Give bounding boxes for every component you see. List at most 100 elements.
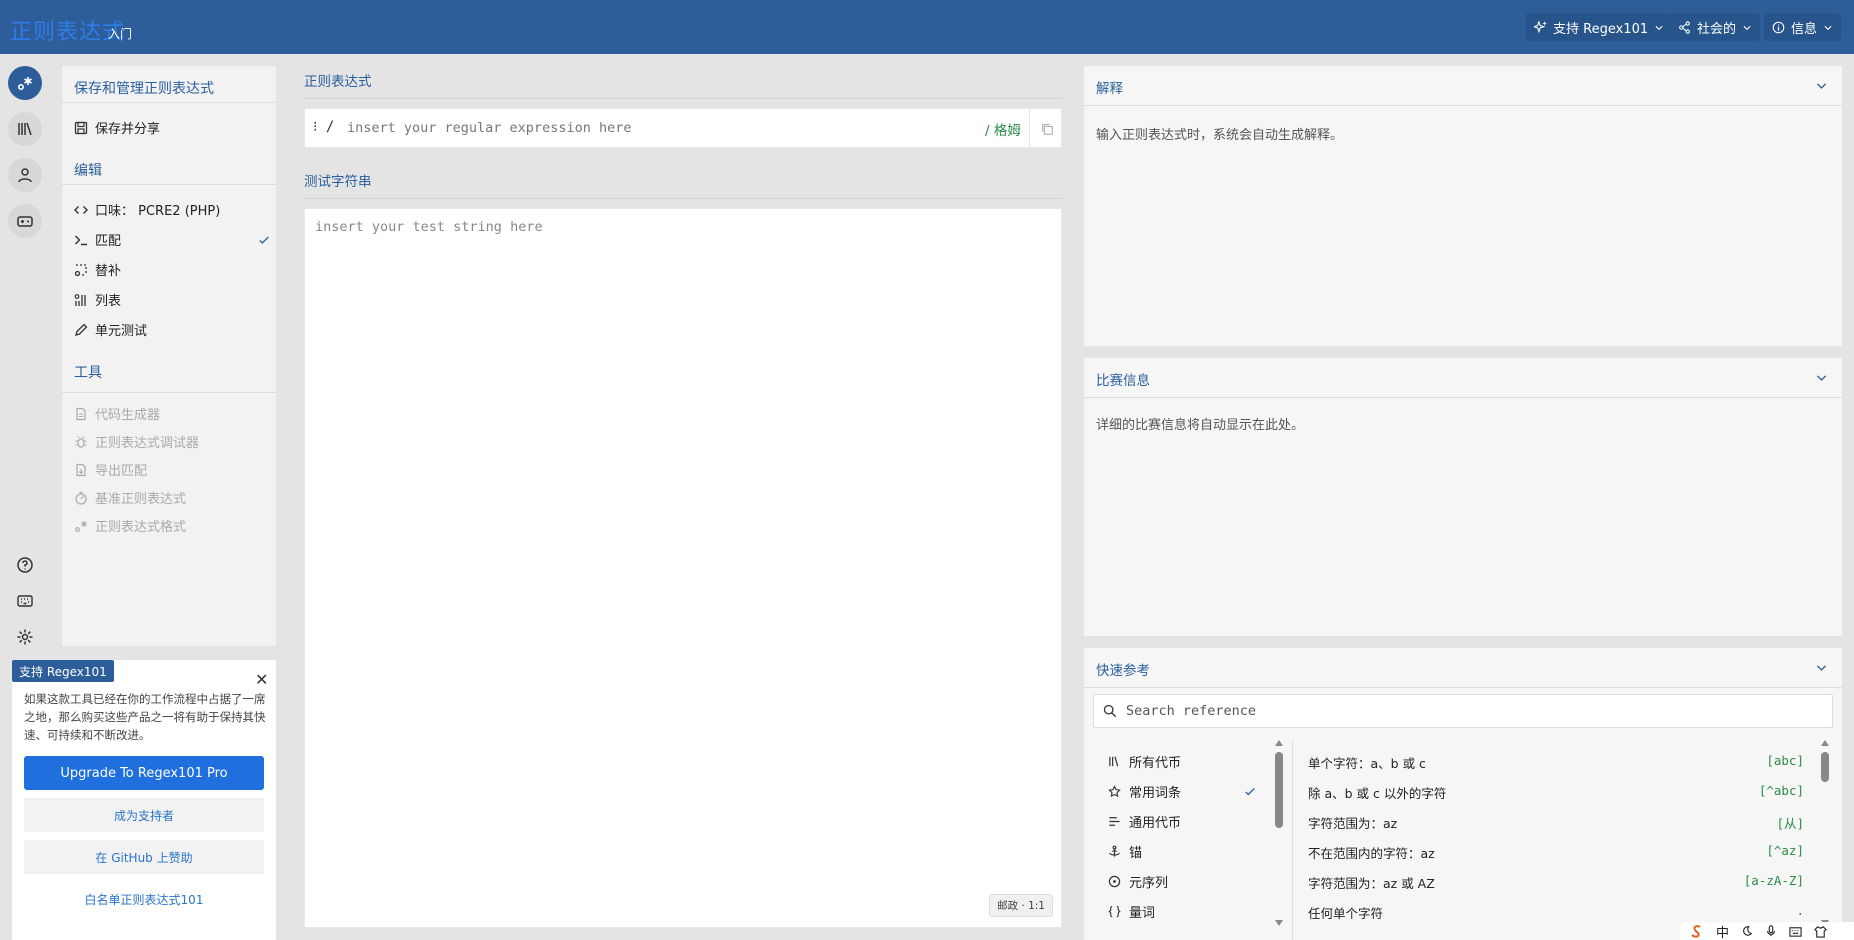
save-manage-heading: 保存和管理正则表达式 xyxy=(74,81,214,97)
social-button[interactable]: 社会的 xyxy=(1670,13,1761,41)
save-icon xyxy=(74,121,88,134)
keyboard-icon[interactable] xyxy=(1789,925,1802,938)
quiz-icon[interactable] xyxy=(8,204,42,238)
moon-icon[interactable] xyxy=(1741,925,1753,937)
sponsor-button[interactable]: 成为支持者 xyxy=(24,798,264,832)
chevron-down-icon xyxy=(1743,25,1751,30)
explanation-panel: 解释 输入正则表达式时，系统会自动生成解释。 xyxy=(1084,66,1842,346)
info-icon xyxy=(1772,21,1785,33)
scroll-up-arrow[interactable] xyxy=(1821,740,1829,746)
category-meta-sequences[interactable]: 元序列 xyxy=(1108,872,1258,891)
scroll-thumb[interactable] xyxy=(1275,752,1283,828)
mode-list[interactable]: 列表 xyxy=(74,290,270,309)
regex-label: 正则表达式 xyxy=(304,74,372,90)
explanation-header[interactable]: 解释 xyxy=(1084,66,1842,106)
tool-regex-format[interactable]: 正则表达式格式 xyxy=(74,516,270,535)
support-regex101-button[interactable]: 支持 Regex101 xyxy=(1526,13,1673,41)
sogou-icon[interactable] xyxy=(1690,924,1704,938)
flavor-label: 口味： PCRE2 (PHP) xyxy=(95,204,221,219)
substitution-icon xyxy=(74,263,87,276)
keyboard-icon[interactable] xyxy=(8,584,42,618)
reference-desc[interactable]: 不在范围内的字符：az xyxy=(1308,843,1435,862)
save-share-button[interactable]: 保存并分享 xyxy=(74,118,270,137)
close-icon[interactable]: ✕ xyxy=(255,670,268,689)
shirt-icon[interactable] xyxy=(1814,925,1827,938)
regex-input[interactable]: ⁝ / insert your regular expression here … xyxy=(304,108,1063,149)
chevron-down-icon xyxy=(1816,83,1827,89)
microphone-icon[interactable] xyxy=(1765,925,1777,937)
scroll-down-arrow[interactable] xyxy=(1275,920,1283,926)
bug-icon xyxy=(75,435,87,448)
tool-code-generator[interactable]: 代码生成器 xyxy=(74,404,270,423)
export-icon xyxy=(76,463,86,476)
tool-export-matches[interactable]: 导出匹配 xyxy=(74,460,270,479)
reference-scrollbar[interactable] xyxy=(1820,740,1830,930)
cursor-position-badge: 邮政 · 1:1 xyxy=(989,894,1053,917)
scroll-thumb[interactable] xyxy=(1821,752,1829,782)
edit-heading: 编辑 xyxy=(74,163,102,179)
match-info-header[interactable]: 比赛信息 xyxy=(1084,358,1842,398)
quick-reference-header[interactable]: 快速参考 xyxy=(1084,648,1842,688)
reference-search-input[interactable]: Search reference xyxy=(1093,694,1833,728)
sidebar: 保存和管理正则表达式 保存并分享 编辑 口味： PCRE2 (PHP) 匹配 替… xyxy=(62,66,276,646)
regex-delimiter[interactable]: ⁝ / xyxy=(313,119,334,135)
reference-desc[interactable]: 任何单个字符 xyxy=(1308,903,1383,922)
tool-benchmark[interactable]: 基准正则表达式 xyxy=(74,488,270,507)
help-icon[interactable] xyxy=(8,548,42,582)
intro-link[interactable]: 入门 xyxy=(108,25,132,42)
settings-icon[interactable] xyxy=(8,620,42,654)
reference-code[interactable]: [a-zA-Z] xyxy=(1744,873,1804,888)
reference-desc[interactable]: 除 a、b 或 c 以外的字符 xyxy=(1308,783,1446,802)
divider xyxy=(62,184,276,185)
file-icon xyxy=(76,407,86,420)
reference-code[interactable]: [从] xyxy=(1776,813,1804,832)
library-icon xyxy=(1109,756,1119,767)
flavor-selector[interactable]: 口味： PCRE2 (PHP) xyxy=(74,200,270,219)
substitute-label: 替补 xyxy=(95,264,122,279)
copy-button[interactable] xyxy=(1029,109,1063,149)
reference-code[interactable]: . xyxy=(1796,903,1804,918)
category-general-tokens[interactable]: 通用代币 xyxy=(1108,812,1258,831)
category-label: 元序列 xyxy=(1129,876,1169,891)
mode-match[interactable]: 匹配 xyxy=(74,230,270,249)
category-label: 所有代币 xyxy=(1129,756,1182,771)
match-info-panel: 比赛信息 详细的比赛信息将自动显示在此处。 xyxy=(1084,358,1842,636)
upgrade-button[interactable]: Upgrade To Regex101 Pro xyxy=(24,756,264,790)
list-icon xyxy=(74,293,86,306)
category-anchors[interactable]: 锚 xyxy=(1108,842,1258,861)
regex-editor-icon[interactable] xyxy=(8,66,42,100)
match-info-body: 详细的比赛信息将自动显示在此处。 xyxy=(1096,418,1305,433)
reference-desc[interactable]: 字符范围为：az 或 AZ xyxy=(1308,873,1435,892)
test-string-input[interactable]: insert your test string here 邮政 · 1:1 xyxy=(304,208,1062,928)
mode-substitution[interactable]: 替补 xyxy=(74,260,270,279)
sparkle-icon xyxy=(1534,20,1547,33)
category-quantifiers[interactable]: 量词 xyxy=(1108,902,1258,921)
category-all-tokens[interactable]: 所有代币 xyxy=(1108,752,1258,771)
user-icon[interactable] xyxy=(8,158,42,192)
mode-unit-tests[interactable]: 单元测试 xyxy=(74,320,270,339)
library-icon[interactable] xyxy=(8,112,42,146)
reference-desc[interactable]: 单个字符：a、b 或 c xyxy=(1308,753,1426,772)
explanation-title: 解释 xyxy=(1096,81,1123,97)
chevron-down-icon xyxy=(1816,375,1827,381)
divider xyxy=(62,392,276,393)
support-label: 支持 Regex101 xyxy=(1553,21,1649,37)
check-icon xyxy=(1245,788,1255,796)
reference-code[interactable]: [abc] xyxy=(1766,753,1804,768)
github-sponsor-button[interactable]: 在 GitHub 上赞助 xyxy=(24,840,264,874)
info-button[interactable]: 信息 xyxy=(1764,13,1842,41)
category-label: 量词 xyxy=(1129,906,1156,921)
scroll-up-arrow[interactable] xyxy=(1275,740,1283,746)
promo-text: 如果这款工具已经在你的工作流程中占据了一席之地，那么购买这些产品之一将有助于保持… xyxy=(24,692,266,742)
divider xyxy=(304,98,1062,99)
ime-language[interactable]: 中 xyxy=(1716,922,1729,940)
reference-code[interactable]: [^abc] xyxy=(1759,783,1804,798)
tools-heading: 工具 xyxy=(74,365,102,381)
tool-regex-debugger[interactable]: 正则表达式调试器 xyxy=(74,432,270,451)
category-common-tokens[interactable]: 常用词条 xyxy=(1108,782,1258,801)
reference-code[interactable]: [^az] xyxy=(1766,843,1804,858)
reference-desc[interactable]: 字符范围为：az xyxy=(1308,813,1397,832)
category-scrollbar[interactable] xyxy=(1274,740,1284,930)
regex-flags[interactable]: / 格姆 xyxy=(985,119,1021,139)
whitelist-button[interactable]: 白名单正则表达式101 xyxy=(24,882,264,916)
